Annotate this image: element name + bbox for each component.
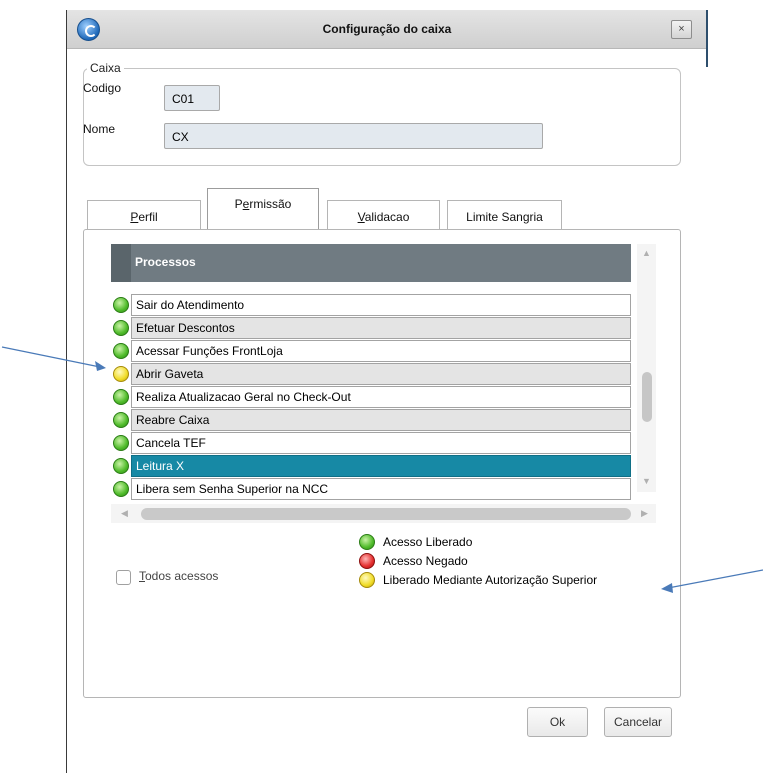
window-title: Configuração do caixa [322, 22, 452, 36]
table-row[interactable]: Efetuar Descontos [131, 317, 631, 339]
horizontal-scroll-thumb[interactable] [141, 508, 631, 520]
dialog-window: Configuração do caixa × Caixa Codigo C01… [66, 10, 708, 773]
table-row[interactable]: Libera sem Senha Superior na NCC [131, 478, 631, 500]
cancelar-button[interactable]: Cancelar [604, 707, 672, 737]
window-edge [706, 10, 708, 67]
yellow-status-icon [113, 366, 129, 382]
green-status-icon [113, 389, 129, 405]
table-row[interactable]: Acessar Funções FrontLoja [131, 340, 631, 362]
processos-grid: Processos Sair do Atendimento Efetuar Des… [111, 244, 656, 500]
horizontal-scrollbar[interactable]: ◀ ▶ [111, 504, 656, 523]
codigo-label: Codigo [83, 81, 122, 95]
green-status-icon [113, 297, 129, 313]
tab-limite-sangria[interactable]: Limite Sangria [447, 200, 562, 230]
codigo-field[interactable]: C01 [164, 85, 220, 111]
legend-autorizacao: Liberado Mediante Autorização Superior [383, 573, 598, 587]
row-label: Efetuar Descontos [136, 321, 235, 335]
caixa-group [83, 68, 681, 166]
title-bar[interactable]: Configuração do caixa × [67, 10, 707, 49]
scroll-down-icon[interactable]: ▼ [642, 476, 651, 486]
green-status-icon [113, 481, 129, 497]
tab-limite-sangria-label: Limite Sangria [466, 210, 543, 224]
table-row[interactable]: Sair do Atendimento [131, 294, 631, 316]
legend-liberado: Acesso Liberado [383, 535, 473, 549]
grid-header-indicator [111, 244, 131, 282]
vertical-scroll-thumb[interactable] [642, 372, 652, 422]
row-label: Libera sem Senha Superior na NCC [136, 482, 329, 496]
green-status-icon [113, 458, 129, 474]
yellow-status-icon [359, 572, 375, 588]
row-label: Sair do Atendimento [136, 298, 245, 312]
row-label: Realiza Atualizacao Geral no Check-Out [136, 390, 351, 404]
row-label: Leitura X [136, 459, 185, 473]
nome-label: Nome [83, 122, 116, 136]
green-status-icon [113, 343, 129, 359]
scroll-right-icon[interactable]: ▶ [641, 508, 648, 519]
tab-permissao-label: rmissão [249, 197, 292, 211]
vertical-scrollbar[interactable]: ▲ ▼ [637, 244, 656, 492]
row-label: Abrir Gaveta [136, 367, 204, 381]
table-row[interactable]: Cancela TEF [131, 432, 631, 454]
table-row[interactable]: Leitura X [131, 455, 631, 477]
close-button[interactable]: × [671, 20, 692, 39]
ok-button[interactable]: Ok [527, 707, 588, 737]
table-row[interactable]: Realiza Atualizacao Geral no Check-Out [131, 386, 631, 408]
scroll-left-icon[interactable]: ◀ [121, 508, 128, 519]
green-status-icon [113, 412, 129, 428]
table-row[interactable]: Abrir Gaveta [131, 363, 631, 385]
row-label: Reabre Caixa [136, 413, 210, 427]
scroll-up-icon[interactable]: ▲ [642, 248, 651, 258]
tab-permissao-label-pre: P [234, 197, 243, 211]
tab-validacao-label: alidacao [364, 210, 410, 224]
nome-field[interactable]: CX [164, 123, 543, 149]
row-label: Cancela TEF [136, 436, 206, 450]
green-status-icon [113, 435, 129, 451]
row-label: Acessar Funções FrontLoja [136, 344, 283, 358]
tab-perfil-label: erfil [138, 210, 158, 224]
grid-header[interactable]: Processos [111, 244, 631, 282]
todos-acessos-label[interactable]: Todos acessos [139, 569, 218, 583]
close-icon: × [678, 23, 685, 35]
caixa-group-legend: Caixa [87, 61, 124, 75]
green-status-icon [359, 534, 375, 550]
tab-perfil[interactable]: Perfil [87, 200, 201, 230]
tab-validacao-hotkey: V [357, 210, 365, 224]
legend-negado: Acesso Negado [383, 554, 468, 568]
tab-validacao[interactable]: Validacao [327, 200, 440, 230]
table-row[interactable]: Reabre Caixa [131, 409, 631, 431]
todos-acessos-text: odos acessos [145, 569, 219, 583]
grid-header-title: Processos [135, 255, 196, 269]
red-status-icon [359, 553, 375, 569]
green-status-icon [113, 320, 129, 336]
todos-acessos-checkbox[interactable] [116, 570, 131, 585]
tab-permissao[interactable]: Permissão [207, 188, 319, 230]
